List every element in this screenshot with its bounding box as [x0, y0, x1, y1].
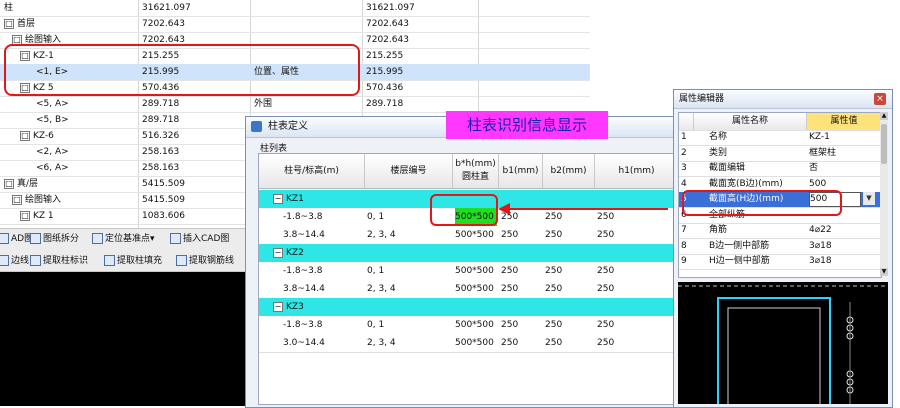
red-arrow-overlay — [498, 203, 668, 215]
arrow-head — [498, 203, 510, 215]
